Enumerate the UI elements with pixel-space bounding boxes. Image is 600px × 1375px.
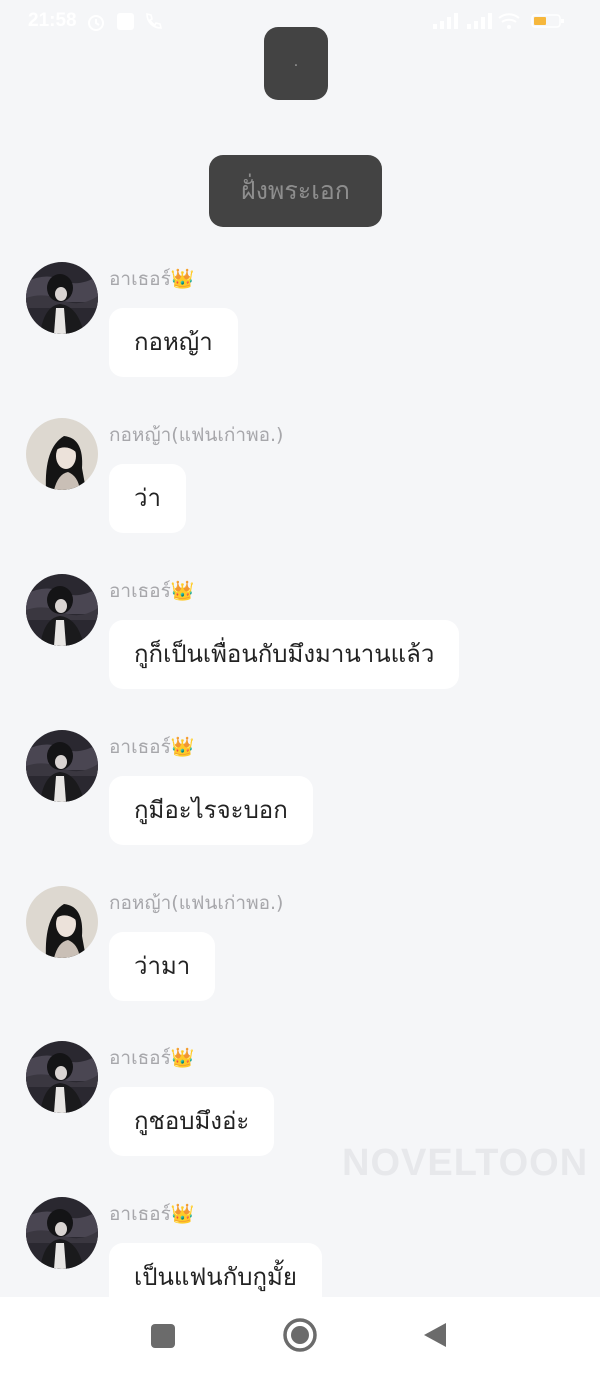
signal-icon <box>432 12 460 34</box>
sender-name: อาเธอร์👑 <box>109 268 195 290</box>
sender-name: อาเธอร์👑 <box>109 1203 195 1225</box>
section-badge: ฝั่งพระเอก <box>209 155 382 227</box>
battery-icon <box>531 12 565 34</box>
message-bubble[interactable]: กอหญ้า <box>109 308 238 377</box>
navigation-bar <box>0 1297 600 1375</box>
avatar[interactable] <box>26 262 98 334</box>
notification-icon <box>116 12 135 35</box>
watermark: NOVELTOON <box>342 1142 589 1184</box>
wifi-icon <box>497 12 521 34</box>
sender-name: กอหญ้า(แฟนเก่าพอ.) <box>109 892 284 914</box>
message-bubble[interactable]: ว่า <box>109 464 186 533</box>
message-bubble[interactable]: กูชอบมึงอ่ะ <box>109 1087 275 1156</box>
phone-icon <box>144 12 163 34</box>
avatar[interactable] <box>26 418 98 490</box>
message-bubble[interactable]: ว่ามา <box>109 932 216 1001</box>
sender-name: กอหญ้า(แฟนเก่าพอ.) <box>109 424 284 446</box>
avatar[interactable] <box>26 1041 98 1113</box>
avatar[interactable] <box>26 1197 98 1269</box>
sender-name: อาเธอร์👑 <box>109 736 195 758</box>
message-bubble[interactable]: กูก็เป็นเพื่อนกับมึงมานานแล้ว <box>109 620 460 689</box>
signal-icon <box>466 12 494 34</box>
avatar[interactable] <box>26 886 98 958</box>
avatar[interactable] <box>26 574 98 646</box>
message-bubble[interactable]: กูมีอะไรจะบอก <box>109 776 313 845</box>
sender-name: อาเธอร์👑 <box>109 580 195 602</box>
status-time: 21:58 <box>28 10 77 31</box>
back-icon[interactable] <box>422 1321 448 1353</box>
alarm-icon <box>86 12 106 36</box>
sender-name: อาเธอร์👑 <box>109 1047 195 1069</box>
recent-apps-icon[interactable] <box>150 1323 176 1353</box>
avatar[interactable] <box>26 730 98 802</box>
top-badge: . <box>264 27 328 100</box>
home-icon[interactable] <box>282 1317 318 1357</box>
